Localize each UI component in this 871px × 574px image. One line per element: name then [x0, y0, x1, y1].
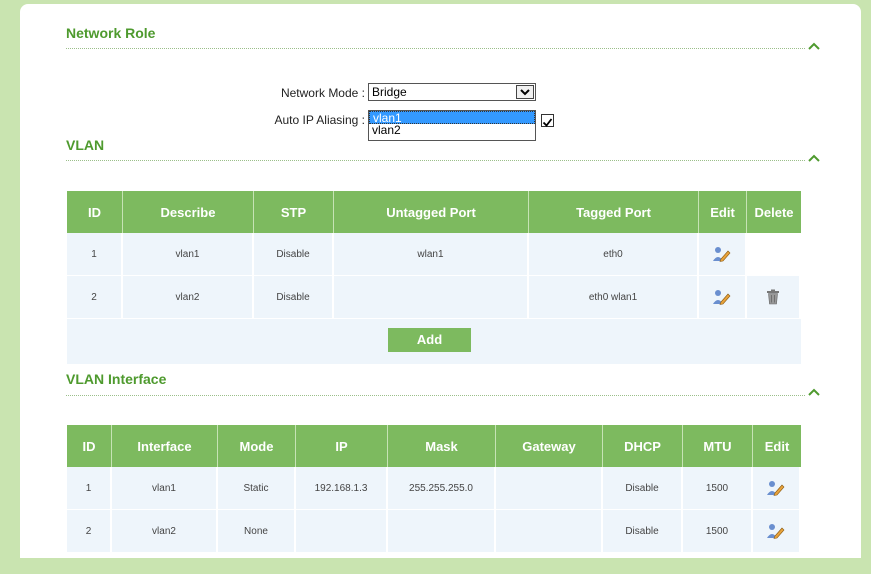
cell-ip	[296, 510, 388, 553]
cell-untagged	[334, 276, 529, 319]
col-mode: Mode	[218, 425, 296, 467]
cell-tagged: eth0	[529, 233, 699, 276]
col-id: ID	[67, 425, 112, 467]
network-mode-value: Bridge	[372, 85, 407, 99]
vlan-rule	[66, 160, 805, 161]
network-mode-label: Network Mode :	[280, 86, 365, 100]
auto-ip-aliasing-checkbox[interactable]	[541, 114, 554, 127]
col-gateway: Gateway	[496, 425, 603, 467]
auto-ip-aliasing-label: Auto IP Aliasing :	[274, 113, 365, 127]
vlan-add-row: Add	[67, 319, 801, 364]
edit-pencil-icon[interactable]	[713, 246, 731, 262]
table-row: 2 vlan2 None Disable 1500	[67, 510, 801, 553]
cell-id: 2	[67, 276, 123, 319]
chevron-up-icon[interactable]	[808, 42, 820, 50]
col-delete: Delete	[747, 191, 801, 233]
cell-stp: Disable	[254, 233, 334, 276]
vlan-interface-table-header: ID Interface Mode IP Mask Gateway DHCP M…	[67, 425, 801, 467]
table-row: 1 vlan1 Disable wlan1 eth0	[67, 233, 801, 276]
chevron-up-icon[interactable]	[808, 154, 820, 162]
cell-mtu: 1500	[683, 510, 753, 553]
col-describe: Describe	[123, 191, 254, 233]
col-edit: Edit	[699, 191, 747, 233]
col-untagged-port: Untagged Port	[334, 191, 529, 233]
cell-gateway	[496, 510, 603, 553]
network-role-title: Network Role	[66, 25, 156, 41]
cell-edit	[753, 467, 801, 510]
col-edit: Edit	[753, 425, 801, 467]
cell-delete-empty	[747, 233, 801, 276]
checkmark-icon	[542, 118, 553, 127]
cell-mtu: 1500	[683, 467, 753, 510]
vlan-table-header: ID Describe STP Untagged Port Tagged Por…	[67, 191, 801, 233]
dropdown-option-vlan2[interactable]: vlan2	[369, 124, 535, 137]
edit-pencil-icon[interactable]	[713, 289, 731, 305]
chevron-up-icon[interactable]	[808, 388, 820, 396]
vlan-interface-rule	[66, 395, 805, 396]
cell-id: 2	[67, 510, 112, 553]
cell-ip: 192.168.1.3	[296, 467, 388, 510]
col-mask: Mask	[388, 425, 496, 467]
cell-mask	[388, 510, 496, 553]
auto-ip-aliasing-dropdown[interactable]: vlan1 vlan2	[368, 110, 536, 141]
col-stp: STP	[254, 191, 334, 233]
vlan-interface-title: VLAN Interface	[66, 371, 167, 387]
cell-gateway	[496, 467, 603, 510]
cell-tagged: eth0 wlan1	[529, 276, 699, 319]
cell-edit	[753, 510, 801, 553]
cell-untagged: wlan1	[334, 233, 529, 276]
cell-dhcp: Disable	[603, 510, 683, 553]
cell-id: 1	[67, 467, 112, 510]
col-ip: IP	[296, 425, 388, 467]
vlan-title: VLAN	[66, 137, 105, 153]
cell-id: 1	[67, 233, 123, 276]
chevron-down-icon[interactable]	[516, 85, 534, 99]
col-dhcp: DHCP	[603, 425, 683, 467]
vlan-interface-table: ID Interface Mode IP Mask Gateway DHCP M…	[67, 425, 801, 553]
cell-interface: vlan1	[112, 467, 218, 510]
network-role-rule	[66, 48, 805, 49]
table-row: 1 vlan1 Static 192.168.1.3 255.255.255.0…	[67, 467, 801, 510]
edit-pencil-icon[interactable]	[767, 480, 785, 496]
cell-describe: vlan2	[123, 276, 254, 319]
trash-icon[interactable]	[766, 289, 780, 305]
cell-dhcp: Disable	[603, 467, 683, 510]
col-tagged-port: Tagged Port	[529, 191, 699, 233]
add-vlan-button[interactable]: Add	[388, 328, 471, 352]
col-mtu: MTU	[683, 425, 753, 467]
cell-mode: None	[218, 510, 296, 553]
cell-interface: vlan2	[112, 510, 218, 553]
cell-describe: vlan1	[123, 233, 254, 276]
table-row: 2 vlan2 Disable eth0 wlan1	[67, 276, 801, 319]
vlan-table: ID Describe STP Untagged Port Tagged Por…	[67, 191, 801, 319]
cell-mode: Static	[218, 467, 296, 510]
cell-edit	[699, 233, 747, 276]
cell-mask: 255.255.255.0	[388, 467, 496, 510]
cell-edit	[699, 276, 747, 319]
col-interface: Interface	[112, 425, 218, 467]
network-mode-select[interactable]: Bridge	[368, 83, 536, 101]
col-id: ID	[67, 191, 123, 233]
cell-stp: Disable	[254, 276, 334, 319]
cell-delete	[747, 276, 801, 319]
edit-pencil-icon[interactable]	[767, 523, 785, 539]
